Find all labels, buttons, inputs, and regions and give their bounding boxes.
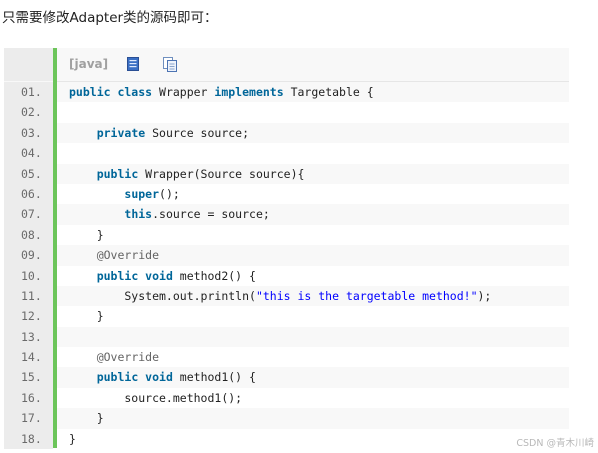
code-token: Wrapper	[152, 85, 215, 99]
code-token: source.method1();	[69, 390, 243, 405]
code-keyword: public void	[96, 370, 173, 385]
line-number: 16.	[4, 387, 53, 409]
code-toolbar: [java]	[57, 48, 569, 82]
code-line: 12. }	[4, 306, 569, 327]
code-token: Source source;	[145, 125, 250, 140]
line-number: 08.	[4, 224, 53, 246]
code-token: }	[69, 431, 76, 446]
code-text	[57, 326, 569, 348]
code-string: "this is the targetable method!"	[255, 288, 478, 303]
gutter-header	[4, 48, 53, 81]
code-line: 08. }	[4, 224, 569, 246]
line-number: 11.	[4, 285, 53, 307]
code-line: 04.	[4, 143, 569, 164]
line-number: 02.	[4, 102, 53, 123]
code-line: 14. @Override	[4, 347, 569, 368]
code-line: 02.	[4, 102, 569, 123]
code-text	[57, 143, 569, 164]
code-keyword: private	[96, 125, 146, 140]
code-annotation: @Override	[96, 350, 160, 365]
code-keyword: this	[124, 207, 153, 222]
line-number: 17.	[4, 408, 53, 429]
line-number: 06.	[4, 183, 53, 205]
language-label: [java]	[69, 57, 109, 71]
code-token: }	[69, 227, 104, 242]
code-token: Wrapper(Source source){	[138, 166, 305, 181]
code-token: method2() {	[172, 268, 256, 283]
line-number: 18.	[4, 428, 53, 450]
line-number: 01.	[4, 82, 53, 103]
line-number: 12.	[4, 306, 53, 327]
code-line: 03. private Source source;	[4, 122, 569, 144]
intro-text: 只需要修改Adapter类的源码即可：	[2, 10, 218, 26]
line-number: 13.	[4, 326, 53, 348]
code-keyword: public	[96, 166, 139, 181]
code-token: }	[69, 309, 104, 324]
code-text: public class Wrapper implements Targetab…	[57, 82, 569, 103]
code-line: 01. public class Wrapper implements Targe…	[4, 82, 569, 103]
code-line: 05. public Wrapper(Source source){	[4, 163, 569, 184]
code-keyword: public void	[96, 268, 173, 283]
code-text: source.method1();	[57, 387, 569, 409]
code-keyword: super	[124, 186, 160, 201]
code-text: @Override	[57, 347, 569, 368]
copy-icon[interactable]	[163, 57, 177, 72]
code-line: 16. source.method1();	[4, 387, 569, 409]
line-number: 05.	[4, 163, 53, 184]
line-number: 04.	[4, 143, 53, 164]
code-annotation: @Override	[96, 248, 160, 263]
code-line: 09. @Override	[4, 245, 569, 266]
line-number: 07.	[4, 204, 53, 225]
code-text: super();	[57, 183, 569, 205]
code-line: 07. this.source = source;	[4, 204, 569, 225]
code-text: }	[57, 408, 569, 429]
code-line: 13.	[4, 326, 569, 348]
code-line: 18.}	[4, 428, 569, 450]
code-token: .source = source;	[152, 207, 270, 222]
code-token: );	[477, 288, 492, 303]
code-text: private Source source;	[57, 122, 569, 144]
code-keyword: implements	[214, 85, 284, 99]
line-number: 09.	[4, 245, 53, 266]
code-text	[57, 102, 569, 123]
line-number: 10.	[4, 265, 53, 286]
code-token: }	[69, 411, 104, 426]
code-block: [java] 01. public class Wrapper implement…	[4, 48, 569, 450]
code-text: this.source = source;	[57, 204, 569, 225]
code-line: 15. public void method1() {	[4, 367, 569, 388]
view-source-icon[interactable]	[127, 57, 139, 71]
code-text: System.out.println("this is the targetab…	[57, 285, 569, 307]
code-lines: 01. public class Wrapper implements Targe…	[4, 82, 569, 450]
code-token: Targetable {	[283, 85, 374, 99]
code-text: public Wrapper(Source source){	[57, 163, 569, 184]
code-line: 06. super();	[4, 183, 569, 205]
code-keyword: public class	[69, 85, 153, 99]
code-text: }	[57, 224, 569, 246]
line-number: 15.	[4, 367, 53, 388]
code-token: method1() {	[172, 370, 256, 385]
code-text: @Override	[57, 245, 569, 266]
line-number: 03.	[4, 122, 53, 144]
code-text: public void method2() {	[57, 265, 569, 286]
code-line: 11. System.out.println("this is the targ…	[4, 285, 569, 307]
line-number: 14.	[4, 347, 53, 368]
code-line: 10. public void method2() {	[4, 265, 569, 286]
code-token: System.out.println(	[69, 288, 256, 303]
code-token: ();	[159, 186, 180, 201]
code-text: }	[57, 306, 569, 327]
watermark: CSDN @青木川崎	[516, 438, 594, 449]
code-text: }	[57, 428, 569, 450]
code-line: 17. }	[4, 408, 569, 429]
code-text: public void method1() {	[57, 367, 569, 388]
